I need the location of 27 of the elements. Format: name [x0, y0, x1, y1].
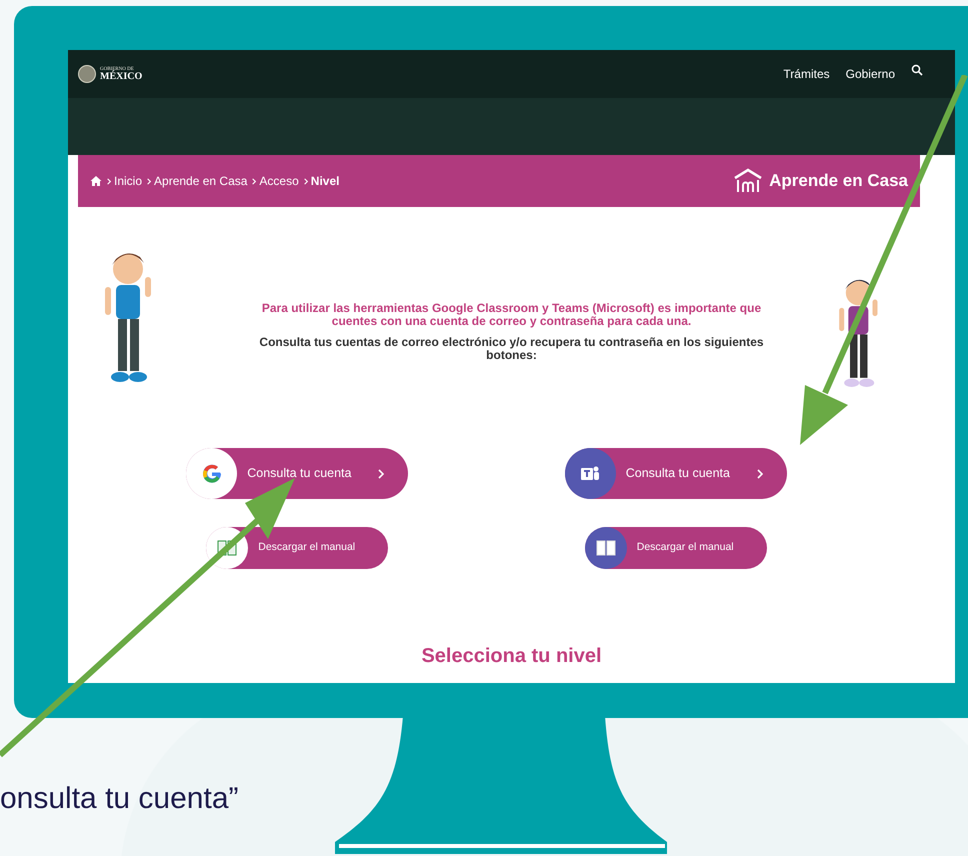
- emblem-icon: [78, 65, 96, 83]
- breadcrumb-link[interactable]: Acceso: [259, 172, 299, 190]
- breadcrumb-link[interactable]: Aprende en Casa: [154, 172, 248, 190]
- manual-button[interactable]: Descargar el manual: [584, 527, 767, 569]
- instruction-text: Consulta tus cuentas de correo electrónico y/o recupera tu contraseña en los siguientes botones:: [258, 336, 765, 362]
- home-icon[interactable]: [90, 175, 102, 187]
- chevron-icon: [378, 468, 384, 478]
- logo-text: MÉXICO: [100, 72, 142, 82]
- section-title: Selecciona tu nivel: [421, 644, 602, 669]
- intro-text: Para utilizar las herramientas Google Classroom y Teams (Microsoft) es importante que cuentes con una cuenta de correo y contraseña para cada una.: [260, 302, 762, 328]
- g-logo-icon: [200, 462, 223, 484]
- caption-text: onsulta tu cuenta”: [0, 781, 238, 817]
- account-button[interactable]: Consulta tu cuenta: [186, 448, 408, 499]
- chevron-icon: [147, 178, 152, 184]
- nav-link[interactable]: Trámites: [783, 65, 830, 83]
- brand-title: Aprende en Casa: [769, 170, 908, 192]
- chevron-icon: [304, 178, 308, 184]
- chevron-icon: [756, 468, 763, 478]
- chevron-icon: [107, 178, 111, 184]
- nav-link[interactable]: Gobierno: [846, 65, 895, 83]
- search-icon[interactable]: [911, 64, 923, 76]
- manual-button[interactable]: Descargar el manual: [206, 527, 388, 569]
- account-button[interactable]: Consulta tu cuenta: [564, 448, 787, 499]
- breadcrumb-link[interactable]: Inicio: [114, 172, 142, 190]
- breadcrumb-link[interactable]: Nivel: [310, 172, 340, 190]
- chevron-icon: [252, 178, 256, 184]
- house-icon: [733, 168, 764, 194]
